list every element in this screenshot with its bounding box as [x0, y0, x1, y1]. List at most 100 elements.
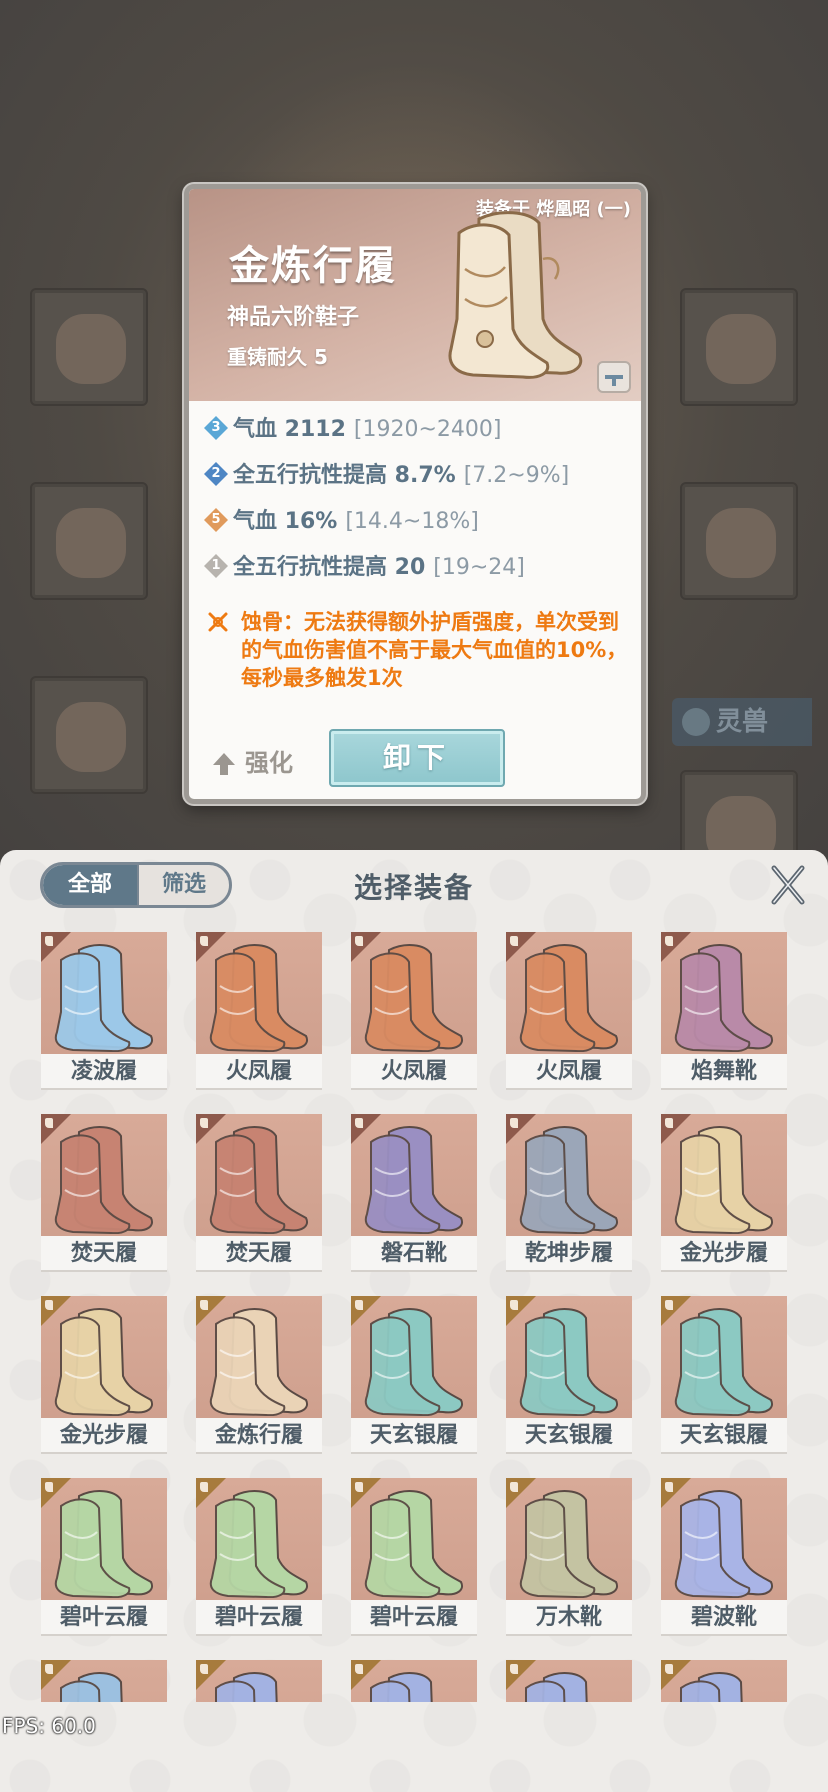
boots-item-image [196, 1296, 322, 1418]
boots-item-image [41, 1660, 167, 1702]
info-icon [605, 375, 623, 386]
beast-icon [682, 708, 710, 736]
item-durability: 重铸耐久 5 [227, 345, 328, 369]
stat-value: 全五行抗性提高 8.7% [233, 463, 456, 488]
boots-item-image [196, 932, 322, 1054]
boots-item-image [41, 1114, 167, 1236]
armor-slot[interactable] [30, 482, 148, 600]
boots-item-image [661, 932, 787, 1054]
equipment-cell[interactable]: 焚天履 [196, 1114, 322, 1272]
unequip-button[interactable]: 卸下 [329, 729, 505, 787]
equipment-name: 天玄银履 [351, 1418, 477, 1454]
boots-item-image [448, 211, 583, 379]
arrow-up-icon [213, 753, 235, 775]
equipment-name: 磐石靴 [351, 1236, 477, 1272]
boots-item-image [506, 932, 632, 1054]
equipment-cell[interactable]: 天玄银履 [351, 1296, 477, 1454]
stat-range: [14.4~18%] [345, 509, 479, 534]
equipment-name: 焚天履 [41, 1236, 167, 1272]
boots-slot[interactable] [30, 676, 148, 794]
equipment-cell[interactable]: 金光步履 [661, 1114, 787, 1272]
spirit-beast-tab[interactable]: 灵兽 [672, 698, 812, 746]
boots-item-image [661, 1478, 787, 1600]
boots-item-image [196, 1478, 322, 1600]
equipment-name: 碧叶云履 [351, 1600, 477, 1636]
orb-slot[interactable] [680, 482, 798, 600]
equipment-cell[interactable] [196, 1660, 322, 1702]
item-grade: 神品六阶鞋子 [227, 305, 360, 330]
equipment-cell[interactable]: 天玄银履 [661, 1296, 787, 1454]
boots-item-image [351, 1114, 477, 1236]
equipment-grid: 凌波履 火凤履 火凤履 火凤履 焰舞靴 焚天履 焚天履 磐石靴 乾坤步履 金光步履 金光步履 金炼行履… [0, 912, 828, 1702]
stat-rank-badge-icon: 5 [203, 507, 229, 533]
equipment-cell[interactable]: 乾坤步履 [506, 1114, 632, 1272]
close-icon[interactable] [770, 864, 806, 906]
accessory-slot[interactable] [680, 288, 798, 406]
equipment-cell[interactable] [506, 1660, 632, 1702]
equipment-cell[interactable]: 金炼行履 [196, 1296, 322, 1454]
boots-item-image [351, 1660, 477, 1702]
fps-counter: FPS: 60.0 [2, 1714, 96, 1738]
stat-row: 1 全五行抗性提高 20 [19~24] [203, 553, 525, 583]
strengthen-label: 强化 [245, 749, 293, 777]
stat-row: 3 气血 2112 [1920~2400] [203, 415, 501, 445]
equipment-name: 万木靴 [506, 1600, 632, 1636]
equipment-cell[interactable]: 火凤履 [196, 932, 322, 1090]
stat-range: [1920~2400] [353, 417, 502, 442]
special-effect-text: 蚀骨：无法获得额外护盾强度，单次受到的气血伤害值不高于最大气血值的10%，每秒最… [241, 610, 628, 690]
boots-item-image [506, 1114, 632, 1236]
stat-value: 全五行抗性提高 20 [233, 555, 426, 580]
equipment-cell[interactable]: 焚天履 [41, 1114, 167, 1272]
equipment-name: 天玄银履 [506, 1418, 632, 1454]
equipment-cell[interactable]: 碧叶云履 [41, 1478, 167, 1636]
select-equipment-panel: 全部 筛选 选择装备 凌波履 火凤履 火凤履 火凤履 焰舞靴 焚天履 焚天履 磐石靴 乾坤步履金… [0, 850, 828, 1792]
equipment-cell[interactable]: 焰舞靴 [661, 932, 787, 1090]
stat-range: [7.2~9%] [463, 463, 570, 488]
item-info-button[interactable] [597, 361, 631, 393]
panel-title: 选择装备 [353, 871, 474, 904]
equipment-detail-card: 装备于 烨凰昭 (一) 金炼行履 神品六阶鞋子 重铸耐久 5 3 气血 2112 [… [184, 184, 646, 804]
boots-item-image [506, 1660, 632, 1702]
equipment-cell[interactable] [41, 1660, 167, 1702]
equipment-cell[interactable]: 碧波靴 [661, 1478, 787, 1636]
boots-item-image [661, 1114, 787, 1236]
stat-value: 气血 2112 [233, 417, 346, 442]
equipment-name: 乾坤步履 [506, 1236, 632, 1272]
boots-item-image [661, 1660, 787, 1702]
equipment-name: 金光步履 [661, 1236, 787, 1272]
equipment-name: 碧叶云履 [196, 1600, 322, 1636]
stat-row: 5 气血 16% [14.4~18%] [203, 507, 479, 537]
equipment-name: 火凤履 [351, 1054, 477, 1090]
equipment-cell[interactable]: 金光步履 [41, 1296, 167, 1454]
boots-item-image [351, 932, 477, 1054]
special-effect-icon [208, 612, 228, 632]
equipment-name: 碧叶云履 [41, 1600, 167, 1636]
item-name: 金炼行履 [229, 242, 397, 289]
equipment-cell[interactable]: 碧叶云履 [196, 1478, 322, 1636]
equipment-cell[interactable]: 碧叶云履 [351, 1478, 477, 1636]
equipment-cell[interactable]: 万木靴 [506, 1478, 632, 1636]
equipment-name: 金光步履 [41, 1418, 167, 1454]
stat-rank-badge-icon: 2 [203, 461, 229, 487]
boots-item-image [196, 1660, 322, 1702]
equipment-cell[interactable]: 磐石靴 [351, 1114, 477, 1272]
stat-rank-badge-icon: 3 [203, 415, 229, 441]
equipment-cell[interactable]: 火凤履 [506, 932, 632, 1090]
equipment-name: 金炼行履 [196, 1418, 322, 1454]
equipment-cell[interactable] [351, 1660, 477, 1702]
equipment-cell[interactable]: 凌波履 [41, 932, 167, 1090]
boots-item-image [351, 1296, 477, 1418]
boots-item-image [196, 1114, 322, 1236]
equipment-name: 凌波履 [41, 1054, 167, 1090]
equipment-cell[interactable]: 天玄银履 [506, 1296, 632, 1454]
weapon-slot[interactable] [30, 288, 148, 406]
stat-rank-badge-icon: 1 [203, 553, 229, 579]
equipment-name: 焚天履 [196, 1236, 322, 1272]
equipment-cell[interactable]: 火凤履 [351, 932, 477, 1090]
equipment-cell[interactable] [661, 1660, 787, 1702]
boots-item-image [506, 1478, 632, 1600]
boots-item-image [41, 1478, 167, 1600]
boots-item-image [506, 1296, 632, 1418]
boots-item-image [41, 1296, 167, 1418]
strengthen-button[interactable]: 强化 [211, 745, 293, 781]
